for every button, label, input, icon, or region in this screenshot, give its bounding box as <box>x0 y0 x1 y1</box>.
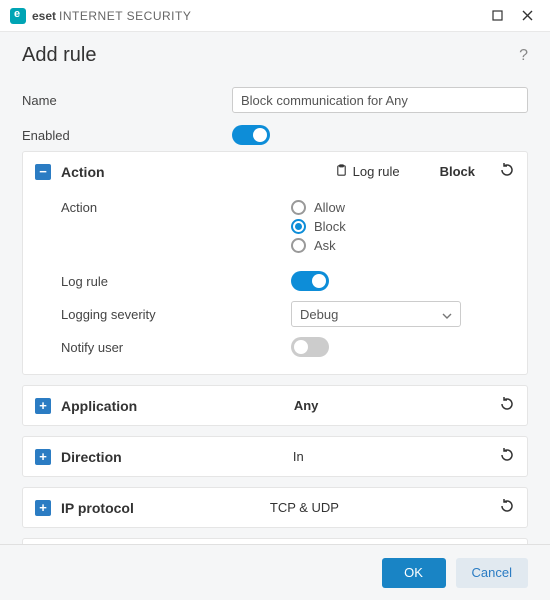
logrule-toggle[interactable] <box>291 271 329 291</box>
action-radio-group: Allow Block Ask <box>291 200 346 253</box>
expand-icon <box>35 398 51 414</box>
summary-log-label: Log rule <box>353 164 400 179</box>
panel-local-host-header[interactable]: Local host Any <box>23 539 527 544</box>
radio-block[interactable]: Block <box>291 219 346 234</box>
panel-direction-header[interactable]: Direction In <box>23 437 527 476</box>
product-name: INTERNET SECURITY <box>59 9 191 23</box>
revert-icon <box>499 498 515 514</box>
revert-button[interactable] <box>499 396 515 415</box>
panel-direction-title: Direction <box>61 449 122 465</box>
name-input[interactable] <box>232 87 528 113</box>
panel-action-header[interactable]: Action Log rule Block <box>23 152 527 191</box>
maximize-button[interactable] <box>482 2 512 30</box>
panel-direction-summary: In <box>122 449 475 464</box>
brand-name: eset <box>32 9 56 23</box>
severity-value: Debug <box>300 307 338 322</box>
name-label: Name <box>22 93 232 108</box>
eset-logo <box>10 8 26 24</box>
footer: OK Cancel <box>0 544 550 600</box>
panel-ip-protocol-title: IP protocol <box>61 500 134 516</box>
severity-select[interactable]: Debug <box>291 301 461 327</box>
radio-ask-label: Ask <box>314 238 336 253</box>
enabled-toggle[interactable] <box>232 125 270 145</box>
help-icon[interactable]: ? <box>519 47 528 65</box>
revert-icon <box>499 162 515 178</box>
panel-direction: Direction In <box>22 436 528 477</box>
close-button[interactable] <box>512 2 542 30</box>
radio-ask[interactable]: Ask <box>291 238 346 253</box>
notify-label: Notify user <box>61 340 291 355</box>
enabled-label: Enabled <box>22 128 232 143</box>
notify-toggle[interactable] <box>291 337 329 357</box>
panel-action-body: Action Allow Block Ask <box>23 191 527 374</box>
panel-ip-protocol-summary: TCP & UDP <box>134 500 475 515</box>
radio-allow[interactable]: Allow <box>291 200 346 215</box>
panel-local-host: Local host Any <box>22 538 528 544</box>
panel-application-title: Application <box>61 398 137 414</box>
severity-label: Logging severity <box>61 307 291 322</box>
chevron-down-icon <box>442 307 452 322</box>
panel-application-header[interactable]: Application Any <box>23 386 527 425</box>
radio-icon <box>291 238 306 253</box>
revert-button[interactable] <box>499 162 515 181</box>
close-icon <box>522 10 533 21</box>
radio-icon <box>291 219 306 234</box>
page-header: Add rule ? <box>0 32 550 75</box>
panel-ip-protocol-header[interactable]: IP protocol TCP & UDP <box>23 488 527 527</box>
action-label: Action <box>61 200 291 215</box>
ok-button[interactable]: OK <box>382 558 446 588</box>
page-title: Add rule <box>22 44 97 67</box>
radio-block-label: Block <box>314 219 346 234</box>
revert-button[interactable] <box>499 498 515 517</box>
content-area: Name Enabled Action Log rule Block <box>0 75 550 544</box>
revert-icon <box>499 396 515 412</box>
titlebar: eset INTERNET SECURITY <box>0 0 550 32</box>
expand-icon <box>35 449 51 465</box>
panel-ip-protocol: IP protocol TCP & UDP <box>22 487 528 528</box>
radio-icon <box>291 200 306 215</box>
revert-button[interactable] <box>499 447 515 466</box>
log-icon <box>335 164 348 180</box>
maximize-icon <box>492 10 503 21</box>
summary-action-label: Block <box>440 164 475 179</box>
logrule-label: Log rule <box>61 274 291 289</box>
expand-icon <box>35 500 51 516</box>
panel-action-title: Action <box>61 164 105 180</box>
revert-icon <box>499 447 515 463</box>
panel-application-summary: Any <box>137 398 475 413</box>
collapse-icon <box>35 164 51 180</box>
cancel-button[interactable]: Cancel <box>456 558 528 588</box>
panel-action-summary: Log rule Block <box>335 164 475 180</box>
radio-allow-label: Allow <box>314 200 345 215</box>
panel-application: Application Any <box>22 385 528 426</box>
panel-action: Action Log rule Block Action <box>22 151 528 375</box>
